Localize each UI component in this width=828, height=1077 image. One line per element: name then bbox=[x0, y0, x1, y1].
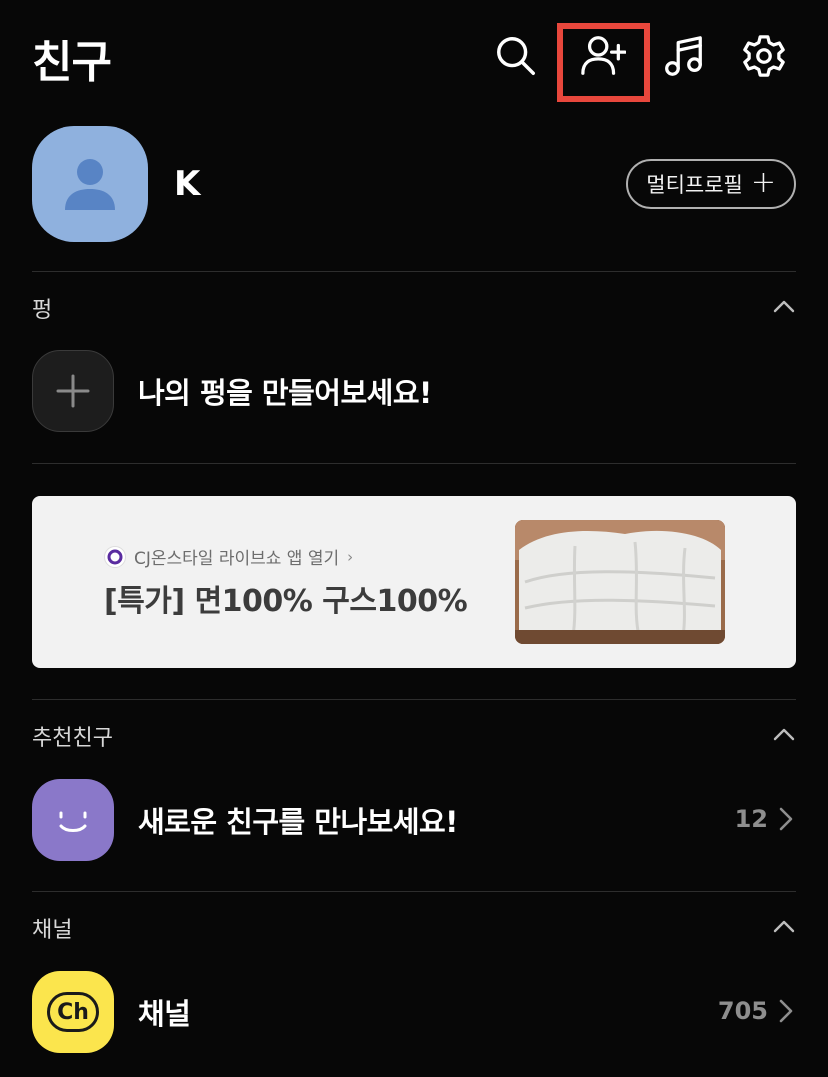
chevron-up-icon[interactable] bbox=[772, 914, 796, 938]
divider bbox=[32, 699, 796, 700]
add-pyeong-button[interactable] bbox=[32, 350, 114, 432]
recommend-avatar bbox=[32, 779, 114, 861]
recommended-friends-row[interactable]: 새로운 친구를 만나보세요! 12 bbox=[32, 779, 796, 863]
create-pyeong-row[interactable]: 나의 펑을 만들어보세요! bbox=[32, 350, 796, 434]
divider bbox=[32, 891, 796, 892]
multi-profile-label: 멀티프로필 bbox=[646, 173, 743, 197]
divider bbox=[32, 271, 796, 272]
section-header-channel[interactable]: 채널 bbox=[32, 912, 796, 943]
ad-banner[interactable]: CJ온스타일 라이브쇼 앱 열기 › [특가] 면100% 구스100% bbox=[32, 496, 796, 668]
settings-button[interactable] bbox=[738, 30, 790, 82]
plus-icon bbox=[56, 374, 90, 408]
chevron-right-icon bbox=[779, 999, 793, 1023]
section-title: 펑 bbox=[32, 298, 53, 323]
settings-icon bbox=[743, 35, 785, 77]
recommended-count: 12 bbox=[734, 805, 768, 833]
chevron-up-icon[interactable] bbox=[772, 722, 796, 746]
ad-source[interactable]: CJ온스타일 라이브쇼 앱 열기 › bbox=[104, 544, 353, 569]
ad-bedding-image[interactable] bbox=[515, 520, 725, 644]
ad-title: [특가] 면100% 구스100% bbox=[104, 584, 468, 619]
ad-source-label: CJ온스타일 라이브쇼 앱 열기 bbox=[134, 549, 340, 569]
search-button[interactable] bbox=[490, 30, 542, 82]
search-icon bbox=[497, 37, 535, 75]
music-button[interactable] bbox=[657, 30, 709, 82]
page-title: 친구 bbox=[32, 37, 112, 88]
section-title: 채널 bbox=[32, 918, 73, 943]
channel-count: 705 bbox=[717, 997, 768, 1025]
chevron-right-icon: › bbox=[347, 547, 354, 566]
my-profile[interactable]: K 멀티프로필 + bbox=[32, 126, 796, 242]
channel-logo-icon: Ch bbox=[32, 971, 114, 1053]
channel-row[interactable]: Ch 채널 705 bbox=[32, 971, 796, 1055]
channel-logo-badge: Ch bbox=[47, 992, 99, 1032]
multi-profile-button[interactable]: 멀티프로필 + bbox=[626, 159, 796, 209]
channel-label: 채널 bbox=[138, 997, 191, 1031]
default-person-icon bbox=[65, 159, 115, 210]
channel-logo-text: Ch bbox=[57, 999, 89, 1025]
smile-face-icon bbox=[59, 811, 87, 832]
recommended-label: 새로운 친구를 만나보세요! bbox=[138, 805, 458, 839]
cj-onstyle-logo-icon bbox=[104, 545, 126, 568]
highlight-box bbox=[557, 23, 650, 102]
section-header-pyeong[interactable]: 펑 bbox=[32, 292, 796, 323]
header: 친구 bbox=[0, 0, 828, 110]
section-title: 추천친구 bbox=[32, 726, 113, 751]
chevron-right-icon bbox=[779, 807, 793, 831]
chevron-up-icon[interactable] bbox=[772, 294, 796, 318]
profile-name: K bbox=[174, 164, 201, 204]
create-pyeong-label: 나의 펑을 만들어보세요! bbox=[138, 376, 432, 410]
music-icon bbox=[665, 36, 702, 76]
avatar[interactable] bbox=[32, 126, 148, 242]
section-header-recommended[interactable]: 추천친구 bbox=[32, 720, 796, 751]
divider bbox=[32, 463, 796, 464]
plus-icon: + bbox=[750, 164, 776, 200]
